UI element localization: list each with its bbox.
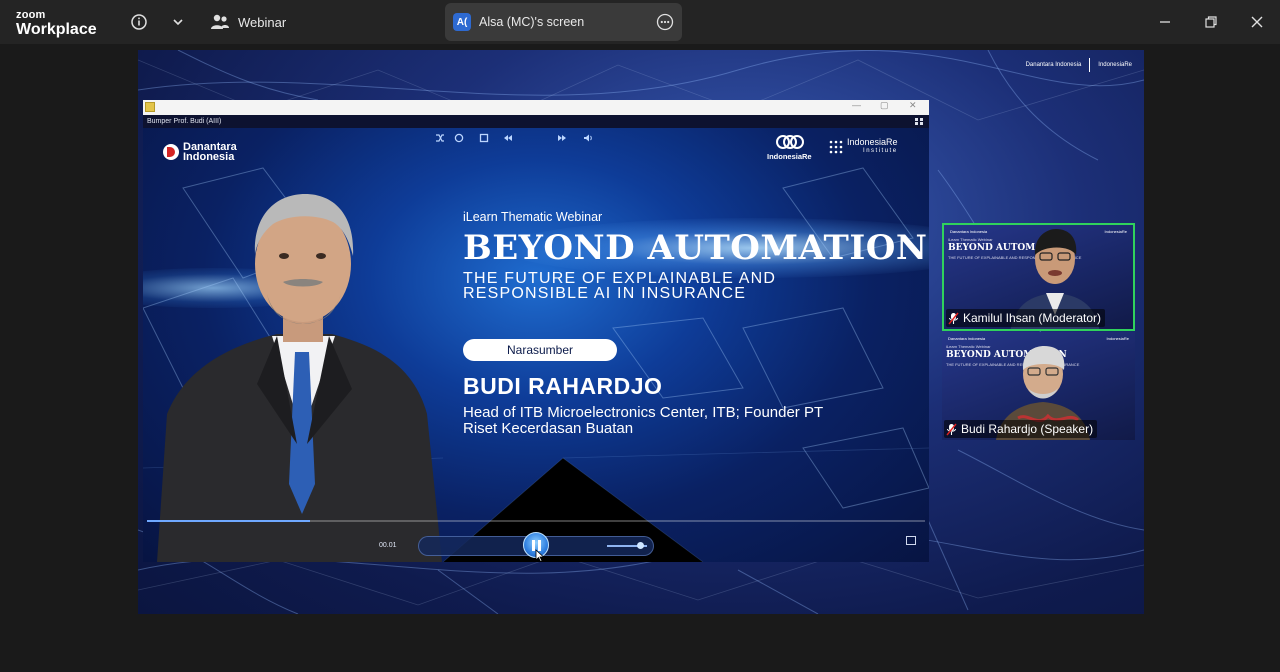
speaker-portrait xyxy=(157,194,442,562)
switch-view-icon[interactable] xyxy=(906,536,916,545)
muted-mic-icon xyxy=(948,312,959,324)
restore-icon[interactable] xyxy=(1201,12,1221,32)
participant-tile-speaker[interactable]: Danantara Indonesia IndonesiaRe iLearn T… xyxy=(942,332,1135,440)
participant-name-tag: Budi Rahardjo (Speaker) xyxy=(944,420,1098,438)
next-icon[interactable] xyxy=(557,133,567,143)
more-options-icon[interactable] xyxy=(656,13,674,31)
player-minimize-icon[interactable]: — xyxy=(852,100,861,110)
share-owner-avatar: A( xyxy=(453,13,471,31)
danantara-logo-mark xyxy=(163,144,179,160)
stop-icon[interactable] xyxy=(479,133,489,143)
institute-logo-line2: Institute xyxy=(863,148,898,154)
webinar-series: iLearn Thematic Webinar xyxy=(463,210,603,224)
muted-mic-icon xyxy=(946,423,957,435)
tile-slide-series: iLearn Thematic Webinar xyxy=(948,237,993,242)
indonesiare-logo-mark xyxy=(776,135,805,149)
repeat-icon[interactable] xyxy=(454,133,464,143)
stage-logo-indonesiare: IndonesiaRe xyxy=(1098,62,1132,68)
participants-icon xyxy=(211,14,229,29)
narasumber-pill: Narasumber xyxy=(463,339,617,361)
danantara-logo: Danantara Indonesia xyxy=(163,142,237,163)
screen-share-indicator[interactable]: A( Alsa (MC)'s screen xyxy=(445,3,682,41)
mouse-cursor-icon xyxy=(535,549,545,562)
logo-divider xyxy=(1089,58,1091,72)
institute-logo-mark xyxy=(829,140,843,154)
player-close-icon[interactable]: ✕ xyxy=(909,100,917,111)
tile-slide-series: iLearn Thematic Webinar xyxy=(946,344,991,349)
indonesiare-logo-text: IndonesiaRe xyxy=(767,152,812,161)
brand-top: zoom xyxy=(16,9,46,21)
slide-headline: BEYOND AUTOMATION xyxy=(463,228,928,268)
volume-slider-knob[interactable] xyxy=(637,542,644,549)
seek-bar[interactable] xyxy=(147,520,925,522)
tile-logo-left: Danantara Indonesia xyxy=(948,336,986,341)
webinar-indicator[interactable]: Webinar xyxy=(210,12,286,32)
stage-logo-danantara: Danantara Indonesia xyxy=(1025,62,1082,68)
player-file-title: Bumper Prof. Budi (AIII) xyxy=(143,115,929,128)
minimize-icon[interactable] xyxy=(1155,12,1175,32)
shuffle-icon[interactable] xyxy=(435,133,445,143)
chevron-down-icon[interactable] xyxy=(168,12,188,32)
meeting-toolbar: zoom Workplace Webinar A( Alsa (MC)'s sc… xyxy=(0,0,1280,44)
tile-logo-left: Danantara Indonesia xyxy=(950,229,988,234)
webinar-label: Webinar xyxy=(238,14,287,30)
participant-name: Kamilul Ihsan (Moderator) xyxy=(963,311,1102,325)
danantara-logo-line2: Indonesia xyxy=(183,151,235,163)
elapsed-time: 00.01 xyxy=(379,542,397,549)
close-icon[interactable] xyxy=(1247,12,1267,32)
media-player-app-icon xyxy=(145,102,155,112)
zoom-workplace-logo: zoom Workplace xyxy=(16,10,97,38)
participant-name-tag: Kamilul Ihsan (Moderator) xyxy=(946,309,1106,327)
speaker-title: Head of ITB Microelectronics Center, ITB… xyxy=(463,404,823,437)
player-titlebar: — ▢ ✕ xyxy=(143,100,929,115)
speaker-name: BUDI RAHARDJO xyxy=(463,373,663,399)
institute-logo-line1: IndonesiaRe xyxy=(847,137,898,147)
indonesiare-institute-logo: IndonesiaRe Institute xyxy=(829,138,898,156)
seek-bar-progress xyxy=(147,520,311,522)
indonesiare-logo: IndonesiaRe xyxy=(767,134,812,161)
player-maximize-icon[interactable]: ▢ xyxy=(880,100,889,111)
info-icon[interactable] xyxy=(129,12,149,32)
video-frame[interactable]: Danantara Indonesia IndonesiaRe Indonesi… xyxy=(143,128,929,562)
stage-logos: Danantara Indonesia IndonesiaRe xyxy=(1026,58,1132,72)
volume-icon[interactable] xyxy=(583,133,593,143)
player-menu-icon[interactable] xyxy=(915,117,924,126)
participant-tile-moderator[interactable]: Danantara Indonesia IndonesiaRe iLearn T… xyxy=(942,223,1135,331)
slide-subheadline: THE FUTURE OF EXPLAINABLE AND RESPONSIBL… xyxy=(463,270,777,302)
media-player-window: — ▢ ✕ Bumper Prof. Budi (AIII) Danantara… xyxy=(143,100,929,562)
participant-name: Budi Rahardjo (Speaker) xyxy=(961,422,1094,436)
share-label: Alsa (MC)'s screen xyxy=(479,15,585,29)
previous-icon[interactable] xyxy=(503,133,513,143)
brand-bottom: Workplace xyxy=(16,21,97,38)
tile-logo-right: IndonesiaRe xyxy=(1106,336,1129,341)
